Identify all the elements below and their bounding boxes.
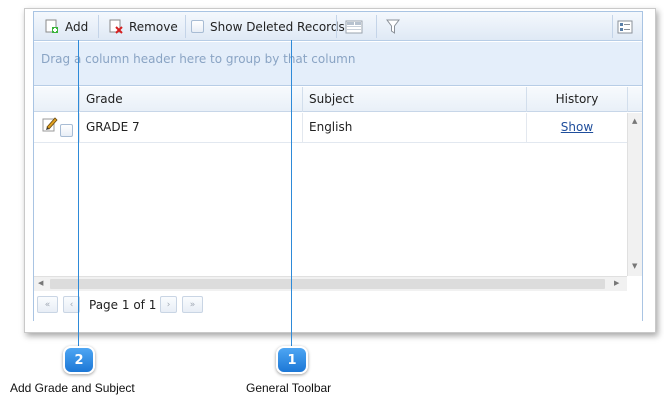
column-header-grade[interactable]: Grade	[79, 87, 302, 112]
toolbar-divider	[185, 15, 186, 38]
edit-icon[interactable]	[42, 116, 58, 132]
next-page-icon: ›	[166, 299, 171, 310]
checkbox-icon[interactable]	[191, 20, 204, 33]
column-header-subject[interactable]: Subject	[302, 87, 526, 112]
column-header-history[interactable]: History	[526, 87, 627, 112]
last-page-icon: »	[189, 299, 196, 310]
callout-line-add	[78, 40, 79, 347]
cell-subject: English	[302, 113, 526, 143]
show-deleted-label: Show Deleted Records	[210, 19, 345, 34]
horizontal-scroll-thumb[interactable]	[50, 279, 605, 289]
remove-button-label: Remove	[129, 19, 178, 34]
caption-general-toolbar: General Toolbar	[246, 381, 332, 395]
add-button-label: Add	[65, 19, 89, 34]
layout-icon	[617, 20, 633, 33]
table-row[interactable]: GRADE 7 English Show	[34, 113, 627, 143]
row-select-checkbox[interactable]	[60, 124, 73, 137]
vertical-scrollbar[interactable]: ▲ ▼	[627, 113, 642, 276]
column-chooser-icon	[345, 20, 363, 33]
toolbar-divider	[376, 15, 377, 38]
first-page-icon: «	[44, 299, 51, 310]
scroll-up-icon[interactable]: ▲	[632, 117, 637, 125]
scroll-left-icon[interactable]: ◀	[38, 279, 43, 287]
general-toolbar: Add Remove Show Deleted Records	[34, 12, 642, 41]
callout-badge-add: 2	[63, 346, 95, 374]
add-icon	[45, 19, 58, 33]
show-deleted-checkbox[interactable]: Show Deleted Records	[191, 15, 345, 38]
cell-history: Show	[526, 113, 627, 143]
toolbar-divider	[612, 15, 613, 38]
remove-icon	[109, 19, 123, 34]
scroll-right-icon[interactable]: ▶	[614, 279, 619, 287]
pager: « ‹ Page 1 of 1 › »	[34, 292, 642, 321]
header-actions-cell	[34, 87, 79, 112]
layout-button[interactable]	[617, 15, 633, 38]
callout-line-toolbar	[291, 40, 292, 347]
history-show-link[interactable]: Show	[561, 120, 593, 134]
callout-badge-toolbar: 1	[276, 346, 308, 374]
data-grid: Add Remove Show Deleted Records Drag a c…	[33, 11, 643, 321]
first-page-button[interactable]: «	[37, 296, 58, 313]
previous-page-icon: ‹	[69, 299, 74, 310]
caption-add-grade-subject: Add Grade and Subject	[10, 381, 135, 395]
scroll-down-icon[interactable]: ▼	[632, 262, 637, 270]
add-button[interactable]: Add	[44, 15, 88, 38]
filter-icon	[386, 19, 400, 34]
row-actions-cell	[34, 113, 79, 143]
cell-grade: GRADE 7	[79, 113, 302, 143]
toolbar-divider	[336, 15, 337, 38]
table-header: Grade Subject History	[34, 87, 642, 112]
group-by-hint: Drag a column header here to group by th…	[41, 52, 356, 66]
last-page-button[interactable]: »	[182, 296, 203, 313]
next-page-button[interactable]: ›	[160, 296, 177, 313]
filter-button[interactable]	[386, 15, 400, 38]
remove-button[interactable]: Remove	[108, 15, 178, 38]
horizontal-scrollbar[interactable]: ◀ ▶	[34, 276, 627, 291]
toolbar-divider	[98, 15, 99, 38]
column-chooser-button[interactable]	[345, 15, 363, 38]
header-scroll-spacer	[627, 87, 642, 112]
page-indicator: Page 1 of 1	[89, 298, 157, 312]
group-by-panel[interactable]: Drag a column header here to group by th…	[34, 42, 642, 86]
